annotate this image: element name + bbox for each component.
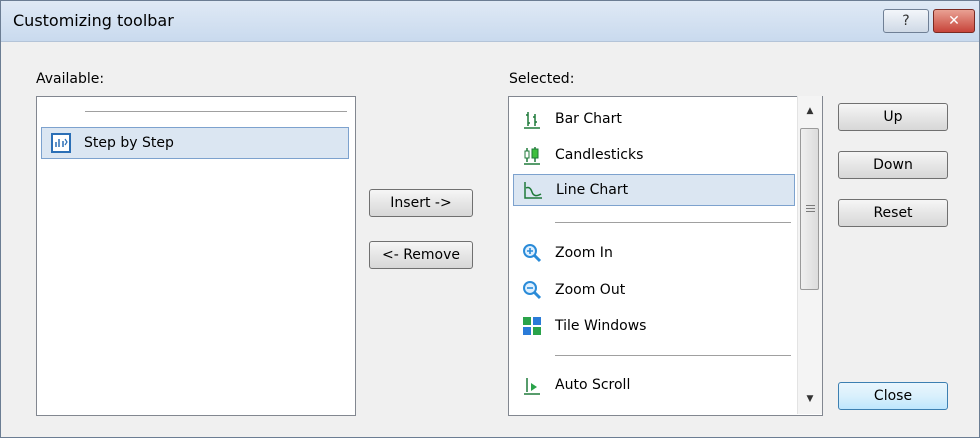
line-chart-icon <box>522 179 544 201</box>
list-item-label: Zoom Out <box>555 282 626 298</box>
zoom-in-icon <box>521 242 543 264</box>
down-button[interactable]: Down <box>838 151 948 179</box>
list-item-candlesticks[interactable]: Candlesticks <box>513 139 797 171</box>
close-button[interactable]: Close <box>838 382 948 410</box>
selected-separator-1 <box>555 222 791 223</box>
help-button[interactable]: ? <box>883 9 929 33</box>
title-bar: Customizing toolbar ? ✕ <box>1 1 979 42</box>
list-item-auto-scroll[interactable]: Auto Scroll <box>513 369 797 401</box>
list-item-zoom-out[interactable]: Zoom Out <box>513 274 797 306</box>
selected-label: Selected: <box>509 71 575 87</box>
available-separator <box>85 111 347 112</box>
reset-button[interactable]: Reset <box>838 199 948 227</box>
help-icon: ? <box>902 13 910 29</box>
window-title: Customizing toolbar <box>13 11 174 30</box>
list-item-tile-windows[interactable]: Tile Windows <box>513 310 797 342</box>
bar-chart-icon <box>521 108 543 130</box>
zoom-out-icon <box>521 279 543 301</box>
list-item-label: Bar Chart <box>555 111 622 127</box>
candlesticks-icon <box>521 144 543 166</box>
scroll-down-arrow-icon[interactable]: ▼ <box>798 390 822 408</box>
tile-windows-icon <box>521 315 543 337</box>
available-label: Available: <box>36 71 105 87</box>
auto-scroll-icon <box>521 374 543 396</box>
list-item-label: Line Chart <box>556 182 629 198</box>
up-button[interactable]: Up <box>838 103 948 131</box>
close-icon: ✕ <box>948 13 960 29</box>
list-item-line-chart[interactable]: Line Chart <box>513 174 795 206</box>
scroll-up-arrow-icon[interactable]: ▲ <box>798 102 822 120</box>
customize-toolbar-dialog: Customizing toolbar ? ✕ Available: Selec… <box>0 0 980 438</box>
step-by-step-icon <box>50 132 72 154</box>
list-item-bar-chart[interactable]: Bar Chart <box>513 103 797 135</box>
selected-separator-2 <box>555 355 791 356</box>
list-item-zoom-in[interactable]: Zoom In <box>513 237 797 269</box>
list-item-label: Auto Scroll <box>555 377 631 393</box>
selected-list-scrollbar[interactable]: ▲ ▼ <box>797 96 822 414</box>
close-window-button[interactable]: ✕ <box>933 9 975 33</box>
remove-button[interactable]: <- Remove <box>369 241 473 269</box>
insert-button[interactable]: Insert -> <box>369 189 473 217</box>
list-item-label: Tile Windows <box>555 318 647 334</box>
scrollbar-thumb[interactable] <box>800 128 819 290</box>
list-item-label: Candlesticks <box>555 147 644 163</box>
list-item-step-by-step[interactable]: Step by Step <box>41 127 349 159</box>
list-item-label: Zoom In <box>555 245 613 261</box>
available-list[interactable]: Step by Step <box>36 96 356 416</box>
selected-list[interactable]: Bar Chart Candlesticks Line Chart Zoom I… <box>508 96 823 416</box>
list-item-label: Step by Step <box>84 135 174 151</box>
